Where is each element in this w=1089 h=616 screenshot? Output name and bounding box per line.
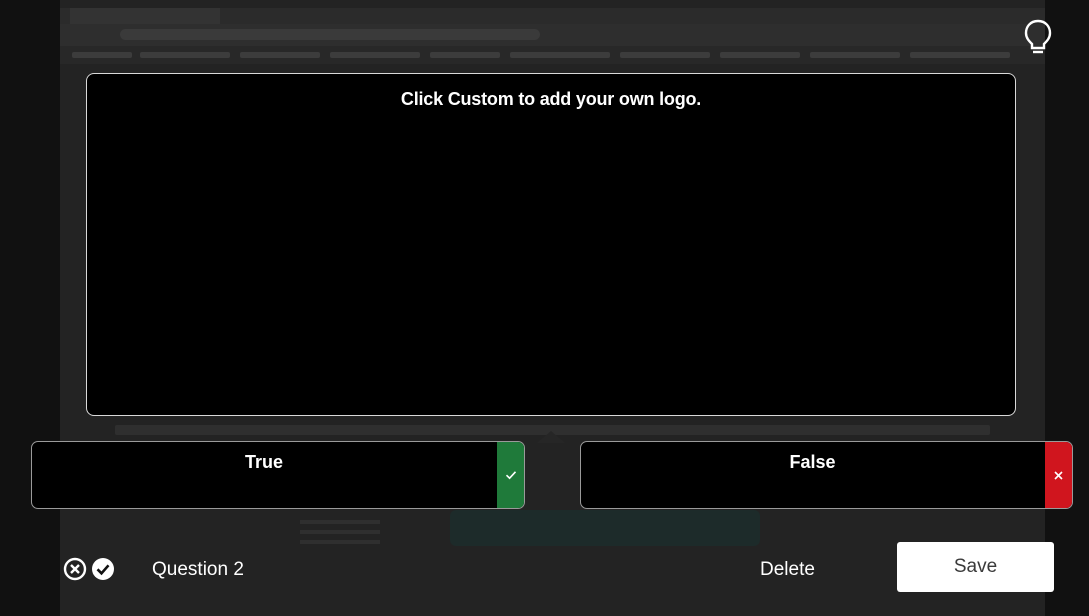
answer-false[interactable]: False [580,441,1073,509]
background-url [120,29,540,40]
quiz-editor-overlay: Click Custom to add your own logo. True … [0,0,1089,616]
background-tab-bar [60,8,1045,24]
background-tab [70,8,220,24]
question-text[interactable]: Click Custom to add your own logo. [87,89,1015,110]
background-url-bar [60,24,1045,46]
card-pointer [537,431,565,443]
background-text-lines [300,520,380,524]
background-bookmark [810,52,900,58]
question-card[interactable]: Click Custom to add your own logo. [86,73,1016,416]
question-number-label: Question 2 [152,559,244,580]
background-bookmark [430,52,500,58]
check-icon[interactable] [497,442,524,508]
answer-true[interactable]: True [31,441,525,509]
close-icon[interactable] [1045,442,1072,508]
background-bookmark [140,52,230,58]
answer-label: False [789,452,836,472]
background-bookmark [720,52,800,58]
editor-footer: Question 2 Delete Save [0,535,1089,605]
background-bookmark [510,52,610,58]
background-bookmark [620,52,710,58]
delete-button[interactable]: Delete [760,559,815,581]
background-bookmarks-bar [60,46,1045,64]
true-false-icon [63,557,119,581]
save-button[interactable]: Save [897,542,1054,592]
lightbulb-icon[interactable] [1023,18,1053,58]
background-bookmark [72,52,132,58]
answer-label: True [244,452,283,472]
background-bookmark [240,52,320,58]
background-bookmark [330,52,420,58]
background-bookmark [910,52,1010,58]
